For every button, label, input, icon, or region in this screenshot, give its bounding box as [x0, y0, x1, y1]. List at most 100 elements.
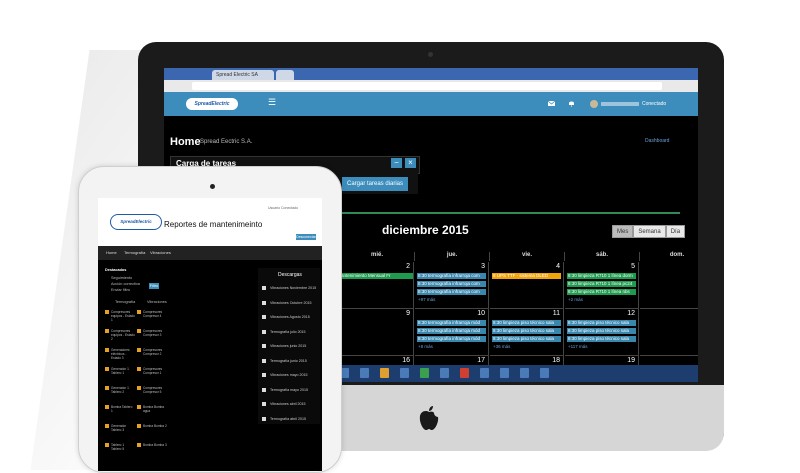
ipad-list-item[interactable]: Bomba Bomba 3	[143, 443, 167, 447]
taskbar-app-icon[interactable]	[420, 368, 429, 378]
ipad-list-item[interactable]: Compresores Compresor 3	[143, 329, 167, 337]
view-day-button[interactable]: Día	[665, 225, 686, 238]
taskbar-app-icon[interactable]	[540, 368, 549, 378]
ipad-option[interactable]: Seguimiento	[111, 276, 132, 280]
spread-electric-logo[interactable]: SpreadElectric	[186, 98, 238, 110]
taskbar-app-icon[interactable]	[380, 368, 389, 378]
taskbar-app-icon[interactable]	[440, 368, 449, 378]
calendar-event[interactable]: 8:30 limpieza piso técnico sala	[567, 328, 636, 334]
hamburger-icon[interactable]: ☰	[268, 97, 276, 108]
ipad-download-link[interactable]: Termografía mayo 2015	[270, 388, 308, 392]
apple-logo-icon	[419, 406, 439, 430]
calendar-event[interactable]: 8:30 limpieza R710 1 línea dorm	[567, 273, 636, 279]
cone-icon	[105, 386, 109, 390]
calendar-event[interactable]: 8 UPS TTF - sistema DLED	[492, 273, 561, 279]
ipad-list-item[interactable]: Compresores Compresor 1	[143, 367, 167, 375]
ipad-list-item[interactable]: Compresores equipos - Estado 1	[111, 310, 135, 322]
taskbar-app-icon[interactable]	[460, 368, 469, 378]
calendar-event[interactable]: 8:30 limpieza piso técnico sala	[567, 336, 636, 342]
calendar-day-cell[interactable]: 2 antenimiento Mensual Fr	[340, 262, 414, 309]
calendar-event[interactable]: 8:30 limpieza piso técnico sala	[492, 328, 561, 334]
ipad-download-link[interactable]: Termografía abril 2015	[270, 417, 306, 421]
calendar-event[interactable]: 8:30 termografía infrarroja com	[417, 273, 486, 279]
ipad-list-item[interactable]: Generador 1 Tablero 1	[111, 367, 135, 375]
calendar-event[interactable]: 8:30 termografía infrarroja com	[417, 289, 486, 295]
calendar-event[interactable]: 8:30 termografía infrarroja mód	[417, 328, 486, 334]
calendar-day-cell[interactable]: 9	[340, 309, 414, 356]
more-events-link[interactable]: +36 más	[493, 344, 510, 349]
cargar-tareas-button[interactable]: Cargar tareas diarias	[342, 177, 408, 191]
ipad-download-link[interactable]: Vibraciones junio 2015	[270, 344, 306, 348]
minimize-button[interactable]: −	[391, 158, 402, 168]
bell-icon[interactable]	[568, 100, 575, 107]
ipad-download-link[interactable]: Vibraciones Agosto 2015	[270, 315, 310, 319]
ipad-list-item[interactable]: Bomba Tablero 1	[111, 405, 135, 413]
more-events-link[interactable]: +8 más	[418, 344, 433, 349]
ipad-list-item[interactable]: Generador 1 Tablero 2	[111, 386, 135, 394]
day-number: 9	[406, 310, 410, 317]
ipad-logo[interactable]: SpreadElectric	[110, 214, 162, 230]
browser-tab-new[interactable]	[276, 70, 294, 80]
user-avatar-icon[interactable]	[590, 100, 598, 108]
taskbar-app-icon[interactable]	[520, 368, 529, 378]
ipad-nav-item[interactable]: Vibraciones	[150, 250, 171, 255]
close-button[interactable]: ×	[405, 158, 416, 168]
ipad-list-item[interactable]: Bomba Bomba 2	[143, 424, 167, 428]
view-week-button[interactable]: Semana	[633, 225, 666, 238]
ipad-list-item[interactable]: Tablero 1 Tablero 5	[111, 443, 135, 451]
more-events-link[interactable]: +97 más	[418, 297, 435, 302]
calendar-day-cell[interactable]: 6	[640, 262, 698, 309]
ipad-download-link[interactable]: Termografía julio 2015	[270, 330, 306, 334]
ipad-nav-item[interactable]: Home	[106, 250, 117, 255]
browser-tab[interactable]: Spread Electric SA	[212, 70, 274, 80]
envelope-icon[interactable]	[548, 100, 555, 107]
calendar-day-cell[interactable]: 13	[640, 309, 698, 356]
taskbar-app-icon[interactable]	[400, 368, 409, 378]
calendar-event[interactable]: 8:30 termografía infrarroja com	[417, 281, 486, 287]
ipad-download-link[interactable]: Vibraciones abril 2015	[270, 402, 306, 406]
ipad-list-item[interactable]: Compresores Compresor 2	[143, 348, 167, 356]
calendar-event[interactable]: 8:30 limpieza piso técnico sala	[567, 320, 636, 326]
ipad-download-link[interactable]: Vibraciones mayo 2015	[270, 373, 308, 377]
calendar-event[interactable]: 8:30 limpieza R710 1 línea pc24	[567, 281, 636, 287]
calendar-event[interactable]: antenimiento Mensual Fr	[340, 273, 413, 279]
breadcrumb-dashboard[interactable]: Dashboard	[645, 138, 669, 144]
view-month-button[interactable]: Mes	[612, 225, 634, 238]
calendar-event[interactable]: 8:30 termografía infrarroja mód	[417, 320, 486, 326]
ipad-download-link[interactable]: Vibraciones Noviembre 2015	[270, 286, 316, 290]
ipad-option[interactable]: Acción correctiva	[111, 282, 140, 286]
more-events-link[interactable]: +2 más	[568, 297, 583, 302]
taskbar-app-icon[interactable]	[500, 368, 509, 378]
calendar-event[interactable]: 8:30 termografía infrarroja mód	[417, 336, 486, 342]
user-status[interactable]: Conectado	[642, 101, 666, 107]
ipad-list-item[interactable]: Compresores equipos - Estado 2	[111, 329, 135, 341]
ipad-list-item[interactable]: Compresores Compresor 5	[143, 386, 167, 394]
page-title: Home	[170, 136, 201, 148]
calendar-event[interactable]: 8:30 limpieza piso técnico sala	[492, 320, 561, 326]
ipad-logout-button[interactable]: Desconectar	[296, 234, 316, 240]
calendar-event[interactable]: 8:30 limpieza R710 1 línea nbs	[567, 289, 636, 295]
ipad-filter-button[interactable]: Filtro	[149, 283, 159, 289]
ipad-list-item[interactable]: Compresores Compresor 4	[143, 310, 167, 318]
calendar-day-cell[interactable]: 11 8:30 limpieza piso técnico sala 8:30 …	[490, 309, 564, 356]
ipad-list-item[interactable]: Generador Tablero 3	[111, 424, 135, 432]
calendar-day-cell[interactable]: 10 8:30 termografía infrarroja mód 8:30 …	[415, 309, 489, 356]
ipad-nav-item[interactable]: Termografía	[124, 250, 145, 255]
taskbar-app-icon[interactable]	[360, 368, 369, 378]
ipad-option[interactable]: Enviar filtro	[111, 288, 130, 292]
calendar-day-cell[interactable]: 5 8:30 limpieza R710 1 línea dorm 8:30 l…	[565, 262, 639, 309]
ipad-download-link[interactable]: Vibraciones Octubre 2015	[270, 301, 312, 305]
day-number: 10	[477, 310, 485, 317]
more-events-link[interactable]: +117 más	[568, 344, 588, 349]
file-icon	[262, 373, 266, 377]
url-input[interactable]	[192, 82, 662, 90]
file-icon	[262, 300, 266, 305]
ipad-list-item[interactable]: Generadores eléctricos - Estado 3	[111, 348, 135, 360]
calendar-day-cell[interactable]: 4 8 UPS TTF - sistema DLED	[490, 262, 564, 309]
ipad-list-item[interactable]: Bomba Bomba agua	[143, 405, 167, 413]
taskbar-app-icon[interactable]	[480, 368, 489, 378]
calendar-day-cell[interactable]: 3 8:30 termografía infrarroja com 8:30 t…	[415, 262, 489, 309]
calendar-event[interactable]: 8:30 limpieza piso técnico sala	[492, 336, 561, 342]
calendar-day-cell[interactable]: 12 8:30 limpieza piso técnico sala 8:30 …	[565, 309, 639, 356]
ipad-download-link[interactable]: Termografía junio 2015	[270, 359, 307, 363]
